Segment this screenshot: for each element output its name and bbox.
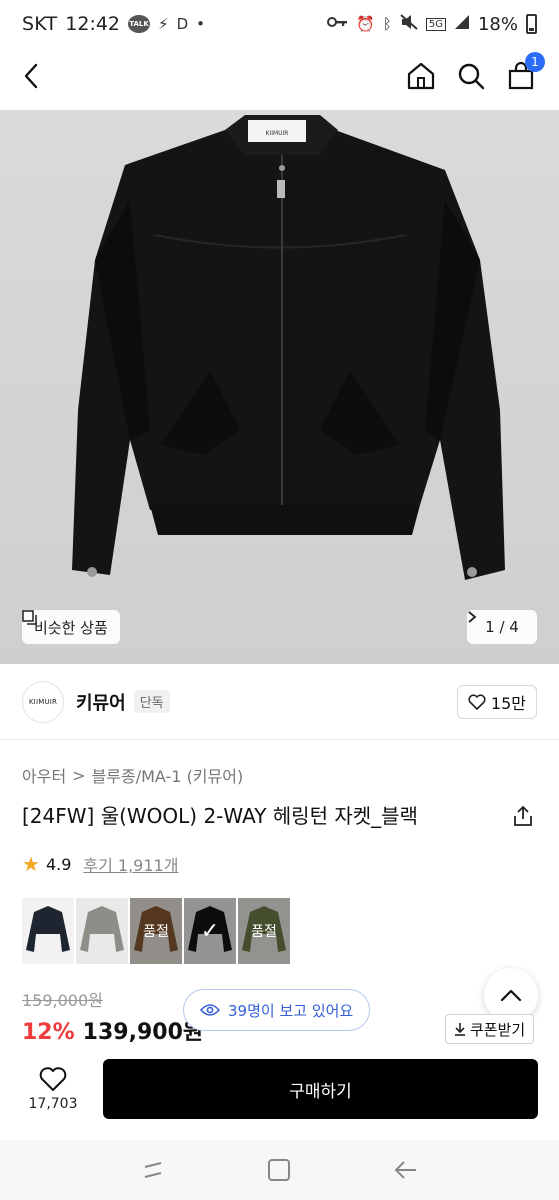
eye-icon: [200, 1004, 220, 1016]
coupon-button[interactable]: 쿠폰받기: [445, 1014, 535, 1044]
color-options: 품절 ✓ 품절: [22, 898, 290, 964]
home-icon: [407, 62, 435, 90]
sold-out-label: 품절: [238, 898, 290, 964]
breadcrumb-category[interactable]: 아우터: [22, 763, 66, 787]
brand-logo[interactable]: KIIMUIR: [22, 680, 64, 723]
mute-icon: [400, 14, 418, 34]
dot-indicator: •: [196, 15, 205, 33]
back-nav-button[interactable]: [390, 1154, 422, 1186]
discount-rate: 12%: [22, 1020, 75, 1045]
color-option[interactable]: 품절: [130, 898, 182, 964]
app-header: 1: [0, 48, 559, 104]
key-icon: [326, 15, 348, 33]
brand-like-count: 15만: [490, 693, 526, 713]
bottom-action-bar: 17,703 구매하기: [0, 1044, 559, 1134]
chevron-up-icon: [500, 989, 522, 1002]
breadcrumb-separator: >: [72, 765, 86, 785]
bluetooth-icon: ᛒ: [382, 15, 392, 33]
sold-out-label: 품절: [130, 898, 182, 964]
system-nav-bar: [0, 1140, 559, 1200]
cart-button[interactable]: 1: [505, 52, 545, 92]
color-option[interactable]: 품절: [238, 898, 290, 964]
star-icon: ★: [22, 852, 40, 876]
battery-icon: [526, 14, 537, 34]
network-icon: 5G: [425, 17, 446, 31]
heart-icon: [39, 1067, 67, 1091]
color-option[interactable]: [22, 898, 74, 964]
viewers-text: 39명이 보고 있어요: [228, 1001, 354, 1020]
viewers-pill: 39명이 보고 있어요: [183, 989, 371, 1031]
recents-button[interactable]: [137, 1154, 169, 1186]
checkmark-icon: ✓: [184, 898, 236, 964]
product-title: [24FW] 울(WOOL) 2-WAY 헤링턴 자켓_블랙: [22, 804, 418, 828]
rating-row: ★ 4.9 후기 1,911개: [22, 852, 178, 876]
battery-label: 18%: [477, 13, 518, 35]
brand-name[interactable]: 키뮤어: [76, 689, 126, 715]
chevron-right-icon: [468, 611, 477, 623]
back-button[interactable]: [22, 58, 58, 94]
signal-icon: [454, 14, 470, 34]
color-option-selected[interactable]: ✓: [184, 898, 236, 964]
color-option[interactable]: [76, 898, 128, 964]
product-image-gallery[interactable]: KIIMUIR 비슷한 상품 1 / 4: [0, 110, 559, 664]
share-icon: [514, 805, 532, 826]
heart-icon: [468, 693, 486, 710]
recents-icon: [144, 1162, 162, 1178]
sale-price-row: 12% 139,900원: [22, 1014, 203, 1046]
chevron-left-icon: [24, 63, 38, 89]
brand-like-button[interactable]: 15만: [456, 684, 537, 719]
carrier-label: SKT: [22, 13, 58, 35]
exclusive-badge: 단독: [133, 690, 170, 713]
brand-tag-text: KIIMUIR: [266, 130, 289, 137]
buy-button[interactable]: 구매하기: [103, 1059, 538, 1119]
breadcrumb: 아우터 > 블루종/MA-1 (키뮤어): [22, 763, 243, 787]
reviews-link[interactable]: 후기 1,911개: [83, 852, 178, 876]
d-indicator: D: [176, 15, 189, 33]
clock: 12:42: [65, 13, 121, 35]
copy-icon: [22, 610, 37, 625]
image-page-indicator[interactable]: 1 / 4: [467, 610, 537, 644]
kakaotalk-icon: TALK: [128, 15, 151, 33]
search-icon: [458, 63, 485, 90]
breadcrumb-subcategory[interactable]: 블루종/MA-1 (키뮤어): [92, 763, 244, 787]
brand-row: KIIMUIR 키뮤어 단독 15만: [0, 664, 559, 740]
alarm-icon: ⏰: [356, 15, 375, 33]
option-label: [76, 898, 128, 964]
similar-products-label: 비슷한 상품: [34, 618, 108, 637]
rating-value: 4.9: [45, 854, 72, 874]
home-button[interactable]: [405, 60, 437, 92]
cart-count-badge: 1: [525, 52, 545, 72]
status-bar: SKT 12:42 TALK ⚡ D • ⏰ ᛒ 5G 18%: [0, 0, 559, 48]
share-button[interactable]: [509, 802, 537, 830]
original-price: 159,000원: [22, 991, 103, 1010]
arrow-left-icon: [394, 1161, 416, 1179]
wishlist-button[interactable]: 17,703: [21, 1066, 85, 1112]
square-icon: [268, 1159, 291, 1181]
option-label: [22, 898, 74, 964]
home-nav-button[interactable]: [263, 1154, 295, 1186]
download-icon: [455, 1023, 465, 1036]
search-button[interactable]: [455, 60, 487, 92]
page-indicator-text: 1 / 4: [485, 618, 519, 636]
similar-products-button[interactable]: 비슷한 상품: [22, 610, 120, 644]
coupon-label: 쿠폰받기: [470, 1020, 526, 1039]
product-image: KIIMUIR: [72, 115, 505, 580]
bolt-icon: ⚡: [158, 15, 169, 33]
wishlist-count: 17,703: [28, 1096, 78, 1112]
